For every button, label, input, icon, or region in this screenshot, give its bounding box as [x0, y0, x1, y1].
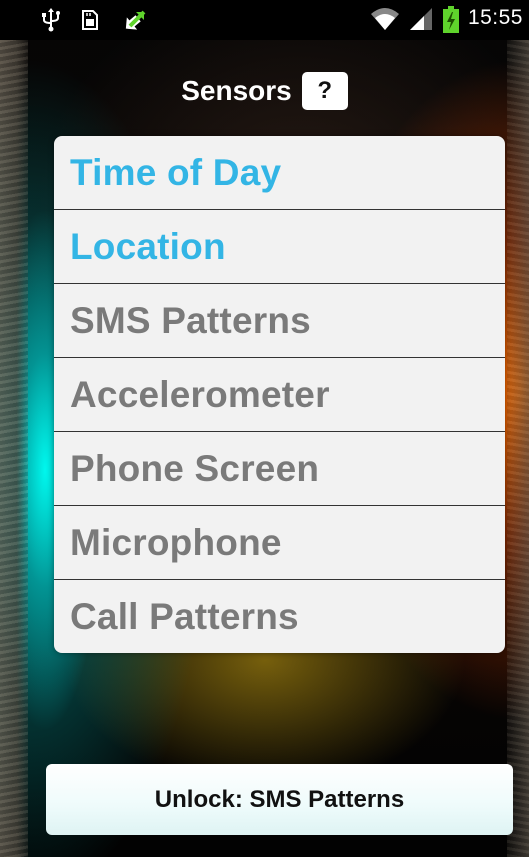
sensor-list-item[interactable]: Microphone [54, 506, 505, 580]
sensor-list-item[interactable]: Location [54, 210, 505, 284]
header: Sensors ? [0, 72, 529, 110]
sync-arrows-icon [120, 8, 146, 32]
signal-icon [408, 6, 434, 30]
sensor-list-item[interactable]: Phone Screen [54, 432, 505, 506]
usb-icon [40, 8, 62, 32]
wallpaper-texture-right [507, 40, 529, 857]
sensor-list-item[interactable]: Accelerometer [54, 358, 505, 432]
unlock-button[interactable]: Unlock: SMS Patterns [46, 764, 513, 835]
page-title: Sensors [181, 75, 292, 106]
wifi-icon [370, 6, 400, 30]
wallpaper-texture-left [0, 40, 28, 857]
app-screen: 15:55 Sensors ? Time of Day Location SMS P… [0, 0, 529, 857]
help-button[interactable]: ? [301, 72, 348, 110]
sensor-list-item[interactable]: SMS Patterns [54, 284, 505, 358]
sd-card-icon [80, 8, 102, 32]
sensor-list-item[interactable]: Call Patterns [54, 580, 505, 653]
clock: 15:55 [467, 6, 523, 29]
battery-charging-icon [442, 6, 460, 33]
sensor-list-item[interactable]: Time of Day [54, 136, 505, 210]
sensor-list: Time of Day Location SMS Patterns Accelerom… [54, 136, 505, 653]
notification-icons [40, 8, 146, 32]
status-bar: 15:55 [0, 0, 529, 40]
system-icons: 15:55 [370, 6, 523, 33]
